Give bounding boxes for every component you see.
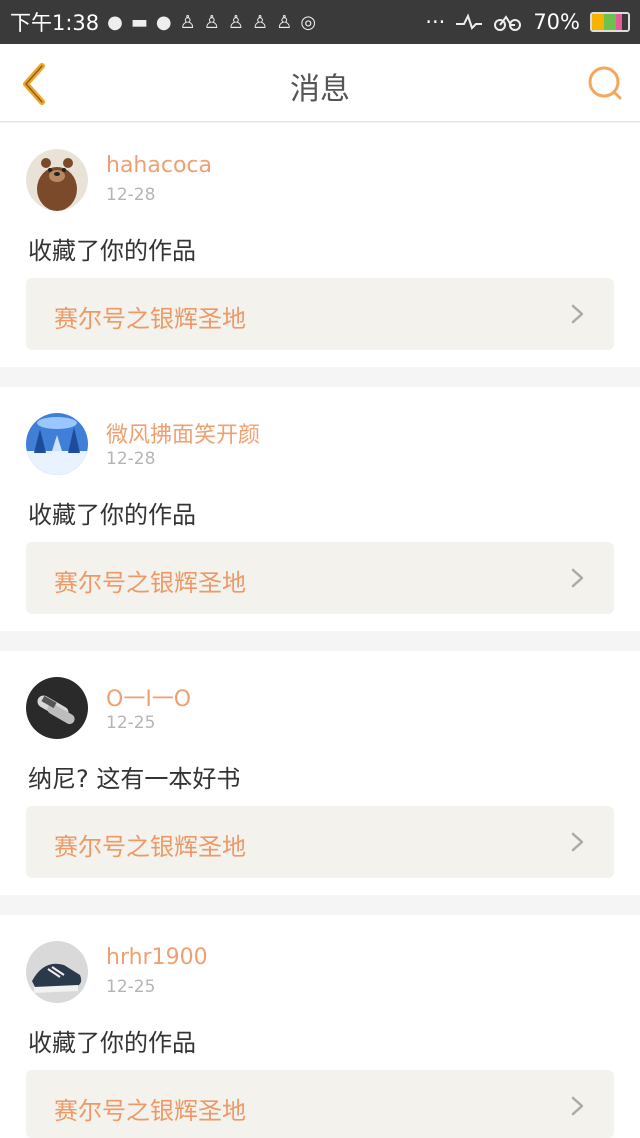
chevron-right-icon	[571, 304, 584, 324]
work-title: 赛尔号之银辉圣地	[54, 305, 246, 333]
message-card: hrhr1900 12-25 收藏了你的作品 赛尔号之银辉圣地	[0, 915, 640, 1138]
chevron-right-icon	[571, 1096, 584, 1116]
sneaker-avatar[interactable]	[26, 941, 88, 1003]
battery-icon	[590, 12, 630, 32]
username-link[interactable]: 微风拂面笑开颜	[106, 417, 260, 449]
chevron-right-icon	[571, 568, 584, 588]
work-title: 赛尔号之银辉圣地	[54, 1097, 246, 1125]
bowling-icon: ♙	[276, 11, 293, 33]
message-date: 12-28	[106, 449, 156, 469]
message-date: 12-25	[106, 977, 156, 997]
username-link[interactable]: O一I一O	[106, 681, 191, 713]
message-card: hahacoca 12-28 收藏了你的作品 赛尔号之银辉圣地	[0, 123, 640, 367]
overflow-dots: ···	[425, 10, 446, 34]
message-date: 12-25	[106, 713, 156, 733]
bowling-icon: ♙	[203, 11, 220, 33]
message-card: 微风拂面笑开颜 12-28 收藏了你的作品 赛尔号之银辉圣地	[0, 387, 640, 631]
work-title: 赛尔号之银辉圣地	[54, 569, 246, 597]
wechat-icon: ●	[155, 11, 172, 33]
message-date: 12-28	[106, 185, 156, 205]
message-text: 收藏了你的作品	[28, 501, 196, 529]
work-link[interactable]: 赛尔号之银辉圣地	[26, 542, 614, 614]
page-title: 消息	[290, 72, 350, 107]
message-text: 收藏了你的作品	[28, 1029, 196, 1057]
message-text: 纳尼? 这有一本好书	[28, 765, 241, 793]
bowling-icon: ♙	[252, 11, 269, 33]
hand-avatar[interactable]	[26, 677, 88, 739]
work-link[interactable]: 赛尔号之银辉圣地	[26, 806, 614, 878]
search-icon[interactable]	[586, 64, 624, 102]
username-link[interactable]: hrhr1900	[106, 945, 208, 970]
work-title: 赛尔号之银辉圣地	[54, 833, 246, 861]
app-header: 消息	[0, 44, 640, 122]
bowling-icon: ♙	[227, 11, 245, 33]
bear-avatar[interactable]	[26, 149, 88, 211]
work-link[interactable]: 赛尔号之银辉圣地	[26, 1070, 614, 1138]
work-link[interactable]: 赛尔号之银辉圣地	[26, 278, 614, 350]
message-card: O一I一O 12-25 纳尼? 这有一本好书 赛尔号之银辉圣地	[0, 651, 640, 895]
wechat-icon: ●	[107, 11, 123, 33]
ring-icon: ◎	[300, 11, 317, 33]
chevron-right-icon	[571, 832, 584, 852]
username-link[interactable]: hahacoca	[106, 153, 212, 178]
battery-percent: 70%	[533, 10, 580, 34]
signal-pulse-icon	[456, 13, 483, 30]
bicycle-icon	[494, 15, 522, 31]
message-text: 收藏了你的作品	[28, 237, 196, 265]
bowling-icon: ♙	[179, 11, 196, 33]
status-bar: 下午1:38 ● ▬ ● ♙ ♙ ♙ ♙ ♙ ◎ ··· 70%	[0, 0, 640, 44]
snow-forest-avatar[interactable]	[26, 413, 88, 475]
status-time: 下午1:38	[10, 11, 100, 35]
message-icon: ▬	[130, 11, 148, 33]
